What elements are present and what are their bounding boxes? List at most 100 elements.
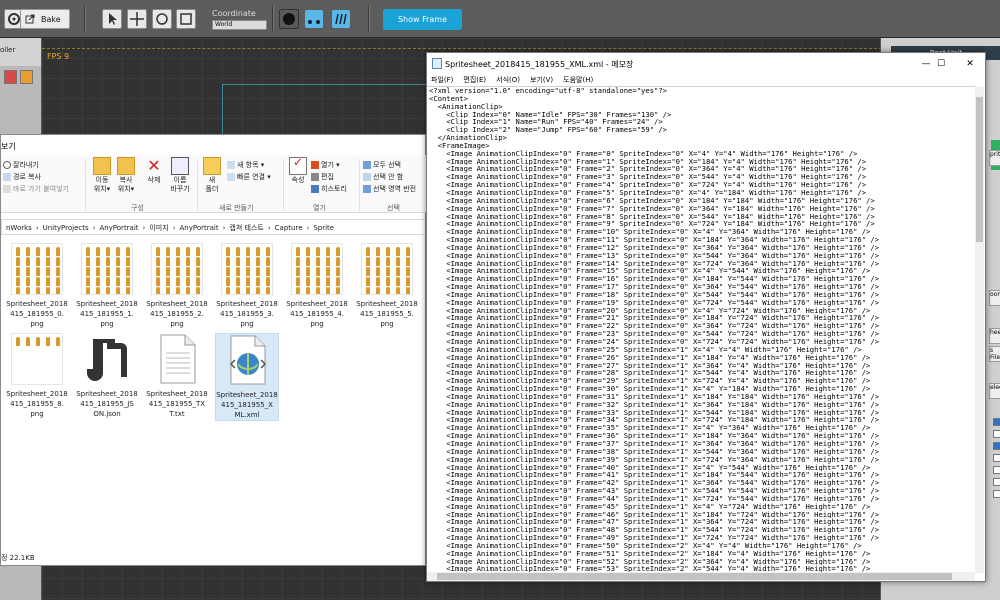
scroll-thumb[interactable] bbox=[437, 573, 952, 580]
rotate-icon bbox=[156, 13, 168, 25]
paste-shortcut-button[interactable]: 바로 가기 붙여넣기 bbox=[3, 184, 69, 194]
chevron-right-icon[interactable]: › bbox=[268, 224, 271, 232]
file-item[interactable]: Spritesheet_2018 415_181955_5. png bbox=[355, 243, 419, 329]
option-checkbox[interactable] bbox=[993, 442, 1000, 450]
file-item[interactable]: Spritesheet_2018 415_181955_TX T.txt bbox=[145, 333, 209, 419]
onion-skin-button[interactable] bbox=[279, 9, 299, 29]
ribbon-divider bbox=[283, 159, 284, 211]
sprite-frame bbox=[326, 277, 330, 286]
text-line: <Image AnimationClipIndex="0" Frame="35"… bbox=[429, 424, 871, 433]
option-checkbox[interactable] bbox=[993, 454, 1000, 462]
open-button[interactable]: 열기 ▾ bbox=[311, 160, 340, 170]
file-item[interactable]: Spritesheet_2018 415_181955_4. png bbox=[285, 243, 349, 329]
file-item[interactable]: Spritesheet_2018 415_181955_1. png bbox=[75, 243, 139, 329]
copy-path-button[interactable]: 경로 복사 bbox=[3, 172, 41, 182]
maximize-button[interactable]: ☐ bbox=[926, 56, 956, 72]
breadcrumb-segment[interactable]: AnyPortrait bbox=[180, 224, 219, 232]
properties-button[interactable]: ✓ 속성 bbox=[285, 156, 311, 185]
select-none-button[interactable]: 선택 안 함 bbox=[363, 172, 403, 182]
vertical-scrollbar[interactable] bbox=[975, 87, 984, 573]
portrait-icon[interactable] bbox=[4, 70, 17, 84]
file-item[interactable]: Spritesheet_2018 415_181955_2. png bbox=[145, 243, 209, 329]
sprite-frame bbox=[236, 247, 240, 256]
new-item-button[interactable]: 새 항목 ▾ bbox=[227, 160, 264, 170]
tab-sheet[interactable]: heet bbox=[989, 328, 1000, 344]
rotate-tool-button[interactable] bbox=[152, 9, 172, 29]
history-button[interactable]: 히스토리 bbox=[311, 184, 347, 194]
file-item[interactable]: Spritesheet_2018 415_181955_0. png bbox=[5, 243, 69, 329]
sprite-frame bbox=[176, 287, 180, 294]
sprite-frame bbox=[376, 287, 380, 294]
file-item[interactable]: Spritesheet_2018 415_181955_JS ON.json bbox=[75, 333, 139, 419]
sprite-frame bbox=[396, 277, 400, 286]
breadcrumb[interactable]: nWorks › UnityProjects › AnyPortrait › 이미지 › Any… bbox=[1, 219, 427, 235]
chevron-right-icon[interactable]: › bbox=[173, 224, 176, 232]
sprite-frame bbox=[266, 247, 270, 256]
option-checkbox[interactable] bbox=[993, 490, 1000, 498]
file-item[interactable]: Spritesheet_2018 415_181955_8. png bbox=[5, 333, 69, 419]
bake-button[interactable]: Bake bbox=[20, 9, 70, 29]
text-line: <Content> bbox=[429, 94, 468, 103]
breadcrumb-segment[interactable]: 이미지 bbox=[149, 224, 168, 232]
text-line: <Image AnimationClipIndex="0" Frame="10"… bbox=[429, 228, 871, 237]
move-tool-button[interactable] bbox=[127, 9, 147, 29]
breadcrumb-segment[interactable]: Sprite bbox=[313, 224, 334, 232]
sprite-frame bbox=[96, 247, 100, 256]
invert-selection-button[interactable]: 선택 영역 반전 bbox=[363, 184, 416, 194]
breadcrumb-segment[interactable]: nWorks bbox=[6, 224, 32, 232]
tab-sprite[interactable]: prite bbox=[989, 150, 1000, 166]
horizontal-scrollbar[interactable] bbox=[427, 572, 975, 581]
mesh-visibility-button[interactable] bbox=[332, 10, 350, 28]
show-frame-button[interactable]: Show Frame bbox=[383, 9, 462, 30]
sprite-frame bbox=[386, 247, 390, 256]
cut-button[interactable]: 잘라내기 bbox=[3, 160, 39, 170]
breadcrumb-segment[interactable]: 캡쳐 테스트 bbox=[229, 224, 263, 232]
breadcrumb-segment[interactable]: AnyPortrait bbox=[99, 224, 138, 232]
sprite-frame bbox=[336, 277, 340, 286]
tab-zoom[interactable]: oom bbox=[989, 290, 1000, 306]
select-all-button[interactable]: 모두 선택 bbox=[363, 160, 401, 170]
easy-access-button[interactable]: 빠른 연결 ▾ bbox=[227, 172, 271, 182]
tab-files[interactable]: s File bbox=[989, 346, 1000, 362]
chevron-right-icon[interactable]: › bbox=[36, 224, 39, 232]
text-line: <Image AnimationClipIndex="0" Frame="20"… bbox=[429, 306, 871, 315]
file-item[interactable]: Spritesheet_2018 415_181955_3. png bbox=[215, 243, 279, 329]
close-button[interactable]: ✕ bbox=[955, 56, 985, 72]
sprite-frame bbox=[396, 287, 400, 294]
character-icon[interactable] bbox=[20, 70, 33, 84]
breadcrumb-segment[interactable]: UnityProjects bbox=[43, 224, 89, 232]
chevron-right-icon[interactable]: › bbox=[223, 224, 226, 232]
tab-select[interactable]: elect bbox=[989, 383, 1000, 399]
option-checkbox[interactable] bbox=[993, 466, 1000, 474]
option-checkbox[interactable] bbox=[993, 418, 1000, 426]
notepad-text-area[interactable]: <?xml version="1.0" encoding="utf-8" sta… bbox=[427, 86, 975, 573]
bone-visibility-button[interactable] bbox=[305, 10, 323, 28]
text-line: <Image AnimationClipIndex="0" Frame="3" … bbox=[429, 173, 867, 182]
sprite-frame bbox=[326, 287, 330, 294]
sprite-frame bbox=[166, 287, 170, 294]
new-folder-button[interactable]: 새 폴더 bbox=[199, 157, 225, 194]
edit-button[interactable]: 편집 bbox=[311, 172, 334, 182]
sprite-frame bbox=[166, 257, 170, 266]
scale-tool-button[interactable] bbox=[176, 9, 196, 29]
move-to-button[interactable]: 이동 위치▾ bbox=[89, 157, 115, 194]
chevron-right-icon[interactable]: › bbox=[93, 224, 96, 232]
chevron-right-icon[interactable]: › bbox=[143, 224, 146, 232]
ribbon-divider bbox=[197, 159, 198, 211]
chevron-right-icon[interactable]: › bbox=[307, 224, 310, 232]
option-checkbox[interactable] bbox=[993, 430, 1000, 438]
coordinate-select[interactable]: World bbox=[212, 20, 267, 30]
notepad-titlebar[interactable]: Spritesheet_2018415_181955_XML.xml - 메모장… bbox=[427, 53, 985, 75]
text-line: <Image AnimationClipIndex="0" Frame="21"… bbox=[429, 314, 880, 323]
file-item[interactable]: Spritesheet_2018 415_181955_X ML.xml bbox=[215, 333, 279, 421]
scroll-thumb[interactable] bbox=[976, 97, 983, 242]
rename-button[interactable]: 이름 바꾸기 bbox=[167, 157, 193, 194]
copy-to-button[interactable]: 복사 위치▾ bbox=[113, 157, 139, 194]
option-checkbox[interactable] bbox=[993, 478, 1000, 486]
delete-button[interactable]: ✕ 삭제 bbox=[141, 157, 167, 185]
breadcrumb-segment[interactable]: Capture bbox=[275, 224, 303, 232]
text-line: <Clip Index="0" Name="Idle" FPS="30" Fra… bbox=[429, 110, 672, 119]
sprite-frame bbox=[366, 247, 370, 256]
sprite-frame bbox=[46, 277, 50, 286]
select-tool-button[interactable] bbox=[102, 9, 122, 29]
